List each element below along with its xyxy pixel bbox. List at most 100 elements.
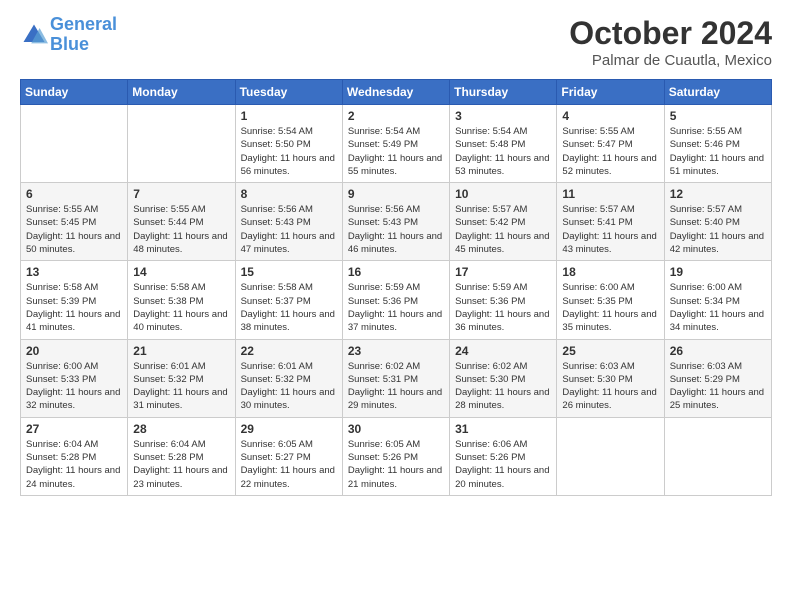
- day-info: Sunrise: 5:55 AMSunset: 5:47 PMDaylight:…: [562, 125, 658, 178]
- day-number: 14: [133, 265, 229, 279]
- day-number: 17: [455, 265, 551, 279]
- day-number: 22: [241, 344, 337, 358]
- day-info: Sunrise: 6:04 AMSunset: 5:28 PMDaylight:…: [26, 438, 122, 491]
- day-number: 1: [241, 109, 337, 123]
- calendar-cell: 29 Sunrise: 6:05 AMSunset: 5:27 PMDayligh…: [235, 417, 342, 495]
- calendar-cell: 10Sunrise: 5:57 AMSunset: 5:42 PMDayligh…: [450, 183, 557, 261]
- weekday-header-monday: Monday: [128, 80, 235, 105]
- day-number: 5: [670, 109, 766, 123]
- day-number: 10: [455, 187, 551, 201]
- calendar-week-row: 1 Sunrise: 5:54 AMSunset: 5:50 PMDaylight…: [21, 105, 772, 183]
- calendar-cell: 8 Sunrise: 5:56 AMSunset: 5:43 PMDaylight…: [235, 183, 342, 261]
- weekday-header-thursday: Thursday: [450, 80, 557, 105]
- logo-line1: General: [50, 14, 117, 34]
- calendar-cell: 11 Sunrise: 5:57 AMSunset: 5:41 PMDayligh…: [557, 183, 664, 261]
- calendar-cell: 25Sunrise: 6:03 AMSunset: 5:30 PMDayligh…: [557, 339, 664, 417]
- day-info: Sunrise: 5:54 AMSunset: 5:50 PMDaylight:…: [241, 125, 337, 178]
- day-number: 28: [133, 422, 229, 436]
- day-info: Sunrise: 5:58 AMSunset: 5:38 PMDaylight:…: [133, 281, 229, 334]
- calendar-header-row: SundayMondayTuesdayWednesdayThursdayFrid…: [21, 80, 772, 105]
- calendar-cell: 18Sunrise: 6:00 AMSunset: 5:35 PMDayligh…: [557, 261, 664, 339]
- day-number: 2: [348, 109, 444, 123]
- calendar-cell: 2 Sunrise: 5:54 AMSunset: 5:49 PMDaylight…: [342, 105, 449, 183]
- day-info: Sunrise: 5:54 AMSunset: 5:49 PMDaylight:…: [348, 125, 444, 178]
- location-title: Palmar de Cuautla, Mexico: [569, 52, 772, 69]
- day-info: Sunrise: 5:57 AMSunset: 5:41 PMDaylight:…: [562, 203, 658, 256]
- weekday-header-sunday: Sunday: [21, 80, 128, 105]
- day-number: 7: [133, 187, 229, 201]
- day-info: Sunrise: 5:59 AMSunset: 5:36 PMDaylight:…: [455, 281, 551, 334]
- header: General Blue October 2024 Palmar de Cuau…: [20, 15, 772, 69]
- day-number: 15: [241, 265, 337, 279]
- calendar-week-row: 13 Sunrise: 5:58 AMSunset: 5:39 PMDayligh…: [21, 261, 772, 339]
- calendar-table: SundayMondayTuesdayWednesdayThursdayFrid…: [20, 79, 772, 496]
- day-number: 19: [670, 265, 766, 279]
- day-info: Sunrise: 5:55 AMSunset: 5:46 PMDaylight:…: [670, 125, 766, 178]
- day-info: Sunrise: 6:03 AMSunset: 5:29 PMDaylight:…: [670, 360, 766, 413]
- weekday-header-wednesday: Wednesday: [342, 80, 449, 105]
- calendar-cell: 28 Sunrise: 6:04 AMSunset: 5:28 PMDayligh…: [128, 417, 235, 495]
- calendar-cell: 12Sunrise: 5:57 AMSunset: 5:40 PMDayligh…: [664, 183, 771, 261]
- calendar-week-row: 20 Sunrise: 6:00 AMSunset: 5:33 PMDayligh…: [21, 339, 772, 417]
- day-number: 11: [562, 187, 658, 201]
- calendar-cell: 20 Sunrise: 6:00 AMSunset: 5:33 PMDayligh…: [21, 339, 128, 417]
- logo-icon: [20, 21, 48, 49]
- day-info: Sunrise: 5:58 AMSunset: 5:39 PMDaylight:…: [26, 281, 122, 334]
- day-number: 12: [670, 187, 766, 201]
- calendar-cell: [664, 417, 771, 495]
- day-number: 24: [455, 344, 551, 358]
- day-info: Sunrise: 6:00 AMSunset: 5:33 PMDaylight:…: [26, 360, 122, 413]
- calendar-week-row: 27 Sunrise: 6:04 AMSunset: 5:28 PMDayligh…: [21, 417, 772, 495]
- day-number: 16: [348, 265, 444, 279]
- day-info: Sunrise: 6:02 AMSunset: 5:31 PMDaylight:…: [348, 360, 444, 413]
- day-number: 27: [26, 422, 122, 436]
- day-number: 13: [26, 265, 122, 279]
- day-number: 29: [241, 422, 337, 436]
- logo-line2: Blue: [50, 34, 89, 54]
- day-number: 26: [670, 344, 766, 358]
- calendar-cell: 7 Sunrise: 5:55 AMSunset: 5:44 PMDaylight…: [128, 183, 235, 261]
- calendar-cell: 24 Sunrise: 6:02 AMSunset: 5:30 PMDayligh…: [450, 339, 557, 417]
- calendar-cell: 17 Sunrise: 5:59 AMSunset: 5:36 PMDayligh…: [450, 261, 557, 339]
- calendar-cell: 30Sunrise: 6:05 AMSunset: 5:26 PMDayligh…: [342, 417, 449, 495]
- day-info: Sunrise: 5:56 AMSunset: 5:43 PMDaylight:…: [241, 203, 337, 256]
- calendar-cell: 1 Sunrise: 5:54 AMSunset: 5:50 PMDaylight…: [235, 105, 342, 183]
- title-block: October 2024 Palmar de Cuautla, Mexico: [569, 15, 772, 69]
- day-info: Sunrise: 5:55 AMSunset: 5:44 PMDaylight:…: [133, 203, 229, 256]
- day-info: Sunrise: 6:03 AMSunset: 5:30 PMDaylight:…: [562, 360, 658, 413]
- day-number: 3: [455, 109, 551, 123]
- month-title: October 2024: [569, 15, 772, 52]
- weekday-header-saturday: Saturday: [664, 80, 771, 105]
- calendar-cell: [21, 105, 128, 183]
- day-info: Sunrise: 5:55 AMSunset: 5:45 PMDaylight:…: [26, 203, 122, 256]
- day-info: Sunrise: 6:01 AMSunset: 5:32 PMDaylight:…: [241, 360, 337, 413]
- day-info: Sunrise: 6:05 AMSunset: 5:26 PMDaylight:…: [348, 438, 444, 491]
- calendar-cell: 5 Sunrise: 5:55 AMSunset: 5:46 PMDaylight…: [664, 105, 771, 183]
- calendar-cell: 19Sunrise: 6:00 AMSunset: 5:34 PMDayligh…: [664, 261, 771, 339]
- logo-text: General Blue: [50, 15, 117, 55]
- calendar-cell: [128, 105, 235, 183]
- calendar-cell: 15 Sunrise: 5:58 AMSunset: 5:37 PMDayligh…: [235, 261, 342, 339]
- day-info: Sunrise: 6:02 AMSunset: 5:30 PMDaylight:…: [455, 360, 551, 413]
- calendar-cell: 23Sunrise: 6:02 AMSunset: 5:31 PMDayligh…: [342, 339, 449, 417]
- day-number: 8: [241, 187, 337, 201]
- weekday-header-tuesday: Tuesday: [235, 80, 342, 105]
- calendar-cell: 31Sunrise: 6:06 AMSunset: 5:26 PMDayligh…: [450, 417, 557, 495]
- calendar-cell: 14 Sunrise: 5:58 AMSunset: 5:38 PMDayligh…: [128, 261, 235, 339]
- calendar-cell: 22 Sunrise: 6:01 AMSunset: 5:32 PMDayligh…: [235, 339, 342, 417]
- page: General Blue October 2024 Palmar de Cuau…: [0, 0, 792, 612]
- calendar-cell: 27 Sunrise: 6:04 AMSunset: 5:28 PMDayligh…: [21, 417, 128, 495]
- day-info: Sunrise: 6:05 AMSunset: 5:27 PMDaylight:…: [241, 438, 337, 491]
- calendar-cell: 3 Sunrise: 5:54 AMSunset: 5:48 PMDaylight…: [450, 105, 557, 183]
- calendar-cell: 16Sunrise: 5:59 AMSunset: 5:36 PMDayligh…: [342, 261, 449, 339]
- day-info: Sunrise: 6:01 AMSunset: 5:32 PMDaylight:…: [133, 360, 229, 413]
- day-number: 4: [562, 109, 658, 123]
- day-info: Sunrise: 6:04 AMSunset: 5:28 PMDaylight:…: [133, 438, 229, 491]
- day-info: Sunrise: 5:58 AMSunset: 5:37 PMDaylight:…: [241, 281, 337, 334]
- day-number: 20: [26, 344, 122, 358]
- day-info: Sunrise: 5:54 AMSunset: 5:48 PMDaylight:…: [455, 125, 551, 178]
- calendar-cell: 4 Sunrise: 5:55 AMSunset: 5:47 PMDaylight…: [557, 105, 664, 183]
- calendar-cell: 13 Sunrise: 5:58 AMSunset: 5:39 PMDayligh…: [21, 261, 128, 339]
- day-number: 31: [455, 422, 551, 436]
- day-info: Sunrise: 6:00 AMSunset: 5:35 PMDaylight:…: [562, 281, 658, 334]
